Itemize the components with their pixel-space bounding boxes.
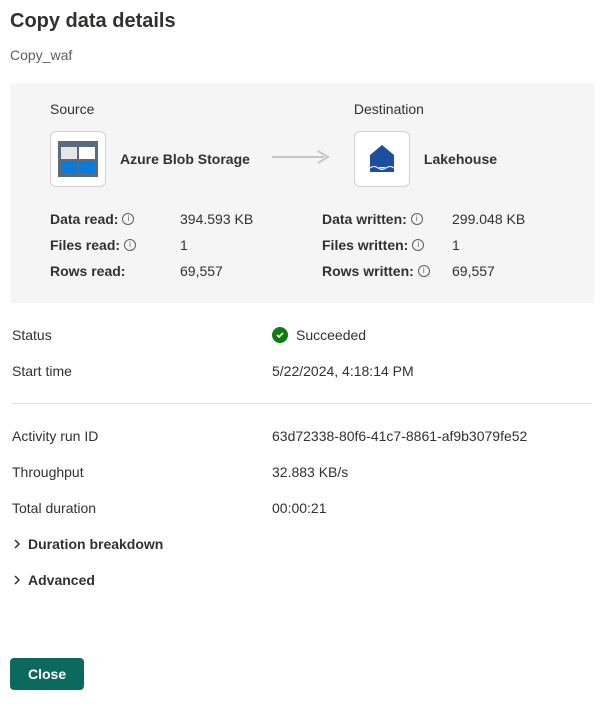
advanced-expander[interactable]: Advanced [12, 572, 592, 588]
destination-block: Destination Lakehouse [354, 101, 497, 187]
duration-breakdown-label: Duration breakdown [28, 536, 163, 552]
files-written-label: Files written: [322, 237, 408, 253]
activity-name: Copy_waf [10, 47, 594, 63]
status-label: Status [12, 327, 272, 343]
rows-read-value: 69,557 [180, 263, 223, 279]
close-button[interactable]: Close [10, 658, 84, 690]
source-label: Azure Blob Storage [120, 151, 250, 167]
chevron-right-icon [12, 572, 22, 588]
rows-read-label: Rows read: [50, 263, 125, 279]
run-id-label: Activity run ID [12, 428, 272, 444]
start-time-label: Start time [12, 363, 272, 379]
destination-heading: Destination [354, 101, 497, 117]
files-written-value: 1 [452, 237, 460, 253]
lakehouse-icon [354, 131, 410, 187]
info-icon[interactable]: i [122, 213, 134, 225]
duration-value: 00:00:21 [272, 500, 592, 516]
duration-label: Total duration [12, 500, 272, 516]
info-icon[interactable]: i [411, 213, 423, 225]
advanced-label: Advanced [28, 572, 95, 588]
source-destination-card: Source Azure Blob Storage [10, 83, 594, 303]
page-title: Copy data details [10, 10, 594, 33]
source-heading: Source [50, 101, 250, 117]
arrow-icon [270, 122, 334, 167]
source-block: Source Azure Blob Storage [50, 101, 250, 187]
throughput-value: 32.883 KB/s [272, 464, 592, 480]
blob-storage-icon [50, 131, 106, 187]
divider [12, 403, 592, 404]
info-icon[interactable]: i [412, 239, 424, 251]
status-value: Succeeded [296, 327, 366, 343]
destination-stats: Data written: i 299.048 KB Files written:… [322, 211, 554, 279]
rows-written-value: 69,557 [452, 263, 495, 279]
source-stats: Data read:i 394.593 KB Files read:i 1 Ro… [50, 211, 282, 279]
run-id-value: 63d72338-80f6-41c7-8861-af9b3079fe52 [272, 428, 592, 444]
data-written-label: Data written: [322, 211, 407, 227]
files-read-label: Files read: [50, 237, 120, 253]
data-read-label: Data read: [50, 211, 118, 227]
data-read-value: 394.593 KB [180, 211, 253, 227]
files-read-value: 1 [180, 237, 188, 253]
duration-breakdown-expander[interactable]: Duration breakdown [12, 536, 592, 552]
destination-label: Lakehouse [424, 151, 497, 167]
info-icon[interactable]: i [124, 239, 136, 251]
details-section: Status Succeeded Start time 5/22/2024, 4… [10, 327, 594, 588]
rows-written-label: Rows written: [322, 263, 414, 279]
start-time-value: 5/22/2024, 4:18:14 PM [272, 363, 592, 379]
throughput-label: Throughput [12, 464, 272, 480]
info-icon[interactable]: i [418, 265, 430, 277]
success-icon [272, 327, 288, 343]
chevron-right-icon [12, 536, 22, 552]
data-written-value: 299.048 KB [452, 211, 525, 227]
